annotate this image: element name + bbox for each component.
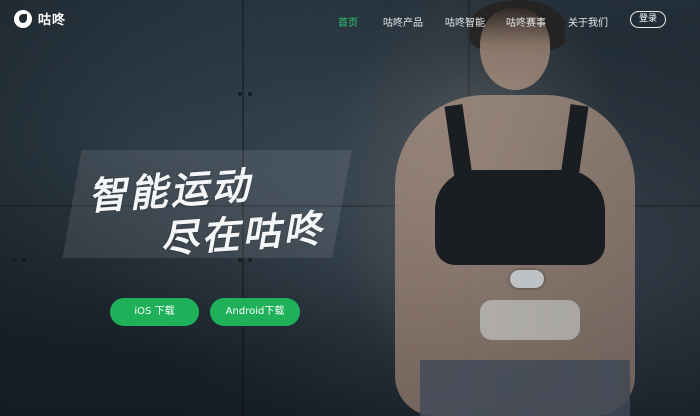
brand-logo[interactable]: 咕咚 — [14, 9, 66, 28]
login-button[interactable]: 登录 — [630, 11, 666, 28]
android-download-button[interactable]: Android下载 — [210, 298, 300, 326]
nav-item-products[interactable]: 咕咚产品 — [383, 14, 423, 29]
brand-name: 咕咚 — [38, 13, 67, 28]
hero-slogan-line2: 尽在咕咚 — [158, 206, 326, 262]
nav-item-home[interactable]: 首页 — [338, 14, 358, 29]
nav-item-smart[interactable]: 咕咚智能 — [445, 14, 485, 29]
top-nav: 咕咚 首页 咕咚产品 咕咚智能 咕咚赛事 关于我们 登录 — [0, 0, 700, 38]
nav-item-about[interactable]: 关于我们 — [568, 14, 608, 29]
ios-download-button[interactable]: iOS 下载 — [110, 298, 199, 326]
codoon-logo-icon — [14, 9, 32, 28]
nav-item-events[interactable]: 咕咚赛事 — [506, 14, 546, 29]
